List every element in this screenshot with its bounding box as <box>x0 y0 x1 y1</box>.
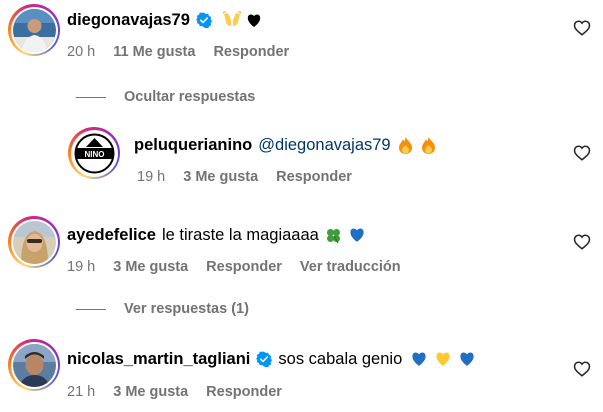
like-heart-icon[interactable] <box>573 233 591 251</box>
blue-heart-emoji-icon <box>410 351 428 367</box>
like-heart-icon[interactable] <box>573 360 591 378</box>
comment-time[interactable]: 20 h <box>67 44 95 60</box>
yellow-heart-emoji-icon <box>434 351 452 367</box>
comment-likes[interactable]: 11 Me gusta <box>113 44 195 60</box>
comment-text: sos cabala genio <box>278 350 403 368</box>
comment-text: le tiraste la magiaaaa <box>161 226 319 244</box>
blue-heart-emoji-icon <box>458 351 476 367</box>
divider <box>76 308 106 310</box>
reply-button[interactable]: Responder <box>276 169 352 185</box>
comment-username[interactable]: peluquerianino <box>134 134 252 156</box>
avatar-image: NINO <box>72 131 116 175</box>
view-replies-toggle[interactable]: Ver respuestas (1) <box>76 301 249 317</box>
comment-time[interactable]: 19 h <box>67 259 95 275</box>
comment-likes[interactable]: 3 Me gusta <box>113 259 188 275</box>
avatar[interactable] <box>8 216 60 268</box>
blue-heart-emoji-icon <box>348 227 366 243</box>
four-leaf-clover-emoji-icon <box>325 227 342 244</box>
verified-badge-icon <box>256 351 273 367</box>
divider <box>76 96 106 98</box>
comment-username[interactable]: nicolas_martin_tagliani <box>67 348 250 370</box>
comment-username[interactable]: diegonavajas79 <box>67 9 190 31</box>
verified-badge-icon <box>195 12 212 28</box>
fire-emoji-icon <box>398 136 412 154</box>
comment-peluquerianino: NINO peluquerianino @diegonavajas79 19 h… <box>0 120 603 195</box>
hide-replies-toggle[interactable]: Ocultar respuestas <box>76 89 255 105</box>
avatar-image <box>12 343 56 387</box>
comment-likes[interactable]: 3 Me gusta <box>113 384 188 400</box>
reply-button[interactable]: Responder <box>213 44 289 60</box>
comment-nicolas-martin-tagliani: nicolas_martin_tagliani sos cabala genio… <box>0 334 603 412</box>
hide-replies-label: Ocultar respuestas <box>124 89 256 105</box>
like-heart-icon[interactable] <box>573 19 591 37</box>
comment-time[interactable]: 21 h <box>67 384 95 400</box>
translate-button[interactable]: Ver traducción <box>300 259 401 275</box>
reply-button[interactable]: Responder <box>206 384 282 400</box>
avatar[interactable] <box>8 4 60 56</box>
comment-time[interactable]: 19 h <box>137 169 165 185</box>
raised-hands-emoji-icon <box>222 11 242 29</box>
like-heart-icon[interactable] <box>573 144 591 162</box>
avatar-image <box>12 220 56 264</box>
comment-likes[interactable]: 3 Me gusta <box>183 169 258 185</box>
comment-ayedefelice: ayedefelice le tiraste la magiaaaa 19 h … <box>0 210 603 285</box>
black-heart-emoji-icon <box>246 13 262 28</box>
avatar-logo-text: NINO <box>84 150 104 159</box>
view-replies-label: Ver respuestas (1) <box>124 301 249 317</box>
comment-username[interactable]: ayedefelice <box>67 224 156 246</box>
reply-button[interactable]: Responder <box>206 259 282 275</box>
mention-link[interactable]: @diegonavajas79 <box>258 134 390 156</box>
avatar[interactable]: NINO <box>68 127 120 179</box>
fire-emoji-icon <box>421 136 435 154</box>
comment-diegonavajas79: diegonavajas79 20 h 11 Me gusta Responde… <box>0 0 603 70</box>
avatar-image <box>12 8 56 52</box>
avatar[interactable] <box>8 339 60 391</box>
